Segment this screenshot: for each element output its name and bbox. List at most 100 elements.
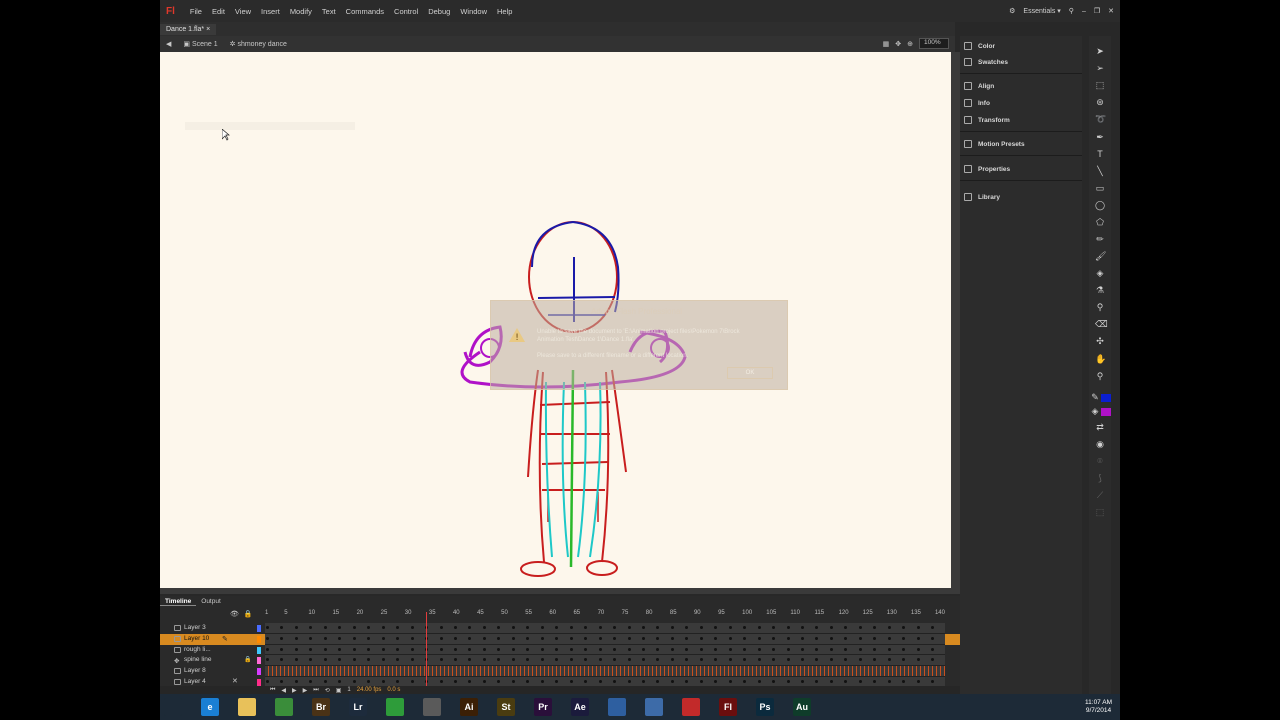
stage[interactable]: Adobe Flash Professional ! Unable to sav… <box>160 52 955 592</box>
windows-start-icon[interactable] <box>164 698 182 716</box>
menu-view[interactable]: View <box>230 7 256 16</box>
layer-color-swatch[interactable] <box>257 635 261 643</box>
hand-tool-icon[interactable]: ✋ <box>1095 354 1106 364</box>
play-icon[interactable]: ▶ <box>292 687 297 694</box>
eyedropper-tool-icon[interactable]: ⚲ <box>1095 302 1105 312</box>
scene-breadcrumb[interactable]: ▣ Scene 1 <box>177 40 223 48</box>
store-icon[interactable] <box>386 698 404 716</box>
paint-tool-icon[interactable] <box>423 698 441 716</box>
layer-color-swatch[interactable] <box>257 625 261 632</box>
menu-help[interactable]: Help <box>492 7 517 16</box>
pen-tool-icon[interactable]: ✒ <box>1095 132 1105 142</box>
menu-file[interactable]: File <box>185 7 207 16</box>
tab-timeline[interactable]: Timeline <box>160 598 197 606</box>
layer-row-rough-lines[interactable]: rough li... <box>160 644 960 656</box>
frame-rate[interactable]: 24.00 fps <box>357 687 382 693</box>
object-drawing-icon[interactable]: ◉ <box>1095 439 1105 449</box>
pencil-tool-icon[interactable]: ✏ <box>1095 234 1105 244</box>
layer-row-layer-8[interactable]: Layer 8 <box>160 666 960 677</box>
lasso-tool-icon[interactable]: ➰ <box>1095 114 1106 124</box>
ink-bottle-tool-icon[interactable]: ⚗ <box>1095 285 1105 295</box>
document-tab[interactable]: Dance 1.fla* × <box>160 23 217 35</box>
layer-color-swatch[interactable] <box>257 679 261 686</box>
layer-lock-icon[interactable]: 🔒 <box>244 656 251 663</box>
system-clock[interactable]: 11:07 AM 9/7/2014 <box>1085 699 1112 715</box>
frame-ruler[interactable]: 1 5 10 15 20 25 30 35 40 45 50 55 60 65 70 75 80 85 90 95 10… <box>265 610 945 620</box>
file-explorer-icon[interactable] <box>238 698 256 716</box>
layer-row-spine-line[interactable]: ✥ spine line 🔒 <box>160 655 960 667</box>
layer-frames[interactable] <box>265 633 945 645</box>
panel-properties[interactable]: Properties <box>964 161 1082 177</box>
menu-control[interactable]: Control <box>389 7 423 16</box>
zoom-select[interactable]: 100% <box>919 38 949 49</box>
free-transform-tool-icon[interactable]: ⬚ <box>1095 80 1105 90</box>
layer-frames[interactable] <box>265 666 945 677</box>
story-icon[interactable]: St <box>497 698 515 716</box>
search-icon[interactable]: ⚲ <box>1069 7 1074 15</box>
panel-color[interactable]: Color <box>964 38 1082 54</box>
sync-settings-icon[interactable]: ⚙ <box>1009 7 1015 15</box>
selection-tool-icon[interactable]: ➤ <box>1095 46 1105 56</box>
last-frame-icon[interactable]: ⏭ <box>313 687 318 694</box>
panel-info[interactable]: Info <box>964 95 1082 111</box>
lightroom-icon[interactable]: Lr <box>349 698 367 716</box>
menu-window[interactable]: Window <box>455 7 492 16</box>
eye-icon[interactable]: 👁 <box>230 610 239 618</box>
onion-skin-icon[interactable]: ▣ <box>336 687 342 694</box>
internet-explorer-icon[interactable]: e <box>201 698 219 716</box>
chrome-icon[interactable] <box>275 698 293 716</box>
tab-output[interactable]: Output <box>196 598 226 605</box>
quill-app-icon[interactable] <box>682 698 700 716</box>
media-app-icon[interactable] <box>645 698 663 716</box>
layer-frames[interactable] <box>265 644 945 656</box>
flash-icon[interactable]: Fl <box>719 698 737 716</box>
minimize-icon[interactable]: – <box>1082 8 1086 15</box>
first-frame-icon[interactable]: ⏮ <box>270 687 275 694</box>
layer-row-layer-10[interactable]: Layer 10 ✎ <box>160 633 960 645</box>
3d-rotation-tool-icon[interactable]: ⊛ <box>1095 97 1105 107</box>
ok-button[interactable]: OK <box>727 367 773 379</box>
subselection-tool-icon[interactable]: ➢ <box>1095 63 1105 73</box>
zoom-tool-icon[interactable]: ⚲ <box>1095 371 1105 381</box>
layer-color-swatch[interactable] <box>257 646 261 654</box>
symbol-breadcrumb[interactable]: ✲ shmoney dance <box>224 40 293 48</box>
layer-color-swatch[interactable] <box>257 668 261 676</box>
stage-horizontal-scrollbar[interactable] <box>160 588 960 594</box>
layer-frames[interactable] <box>265 623 945 634</box>
panel-transform[interactable]: Transform <box>964 112 1082 128</box>
bridge-icon[interactable]: Br <box>312 698 330 716</box>
next-frame-icon[interactable]: ▶ <box>303 687 308 694</box>
workspace-switcher[interactable]: Essentials ▾ <box>1023 7 1060 15</box>
close-icon[interactable]: ✕ <box>1108 7 1114 15</box>
menu-commands[interactable]: Commands <box>341 7 389 16</box>
playhead[interactable] <box>426 612 427 694</box>
layer-row-layer-3[interactable]: Layer 3 <box>160 623 960 634</box>
restore-icon[interactable]: ❐ <box>1094 7 1100 15</box>
rectangle-tool-icon[interactable]: ▭ <box>1095 183 1105 193</box>
tab-close-icon[interactable]: × <box>206 26 210 33</box>
menu-modify[interactable]: Modify <box>285 7 317 16</box>
lock-icon[interactable]: 🔒 <box>244 610 253 618</box>
menu-edit[interactable]: Edit <box>207 7 230 16</box>
panel-swatches[interactable]: Swatches <box>964 54 1082 70</box>
eraser-tool-icon[interactable]: ⌫ <box>1095 319 1108 329</box>
layer-color-swatch[interactable] <box>257 657 261 665</box>
line-tool-icon[interactable]: ╲ <box>1095 166 1105 176</box>
panel-motion-presets[interactable]: Motion Presets <box>964 136 1082 152</box>
paint-bucket-tool-icon[interactable]: ◈ <box>1095 268 1105 278</box>
edit-scene-icon[interactable]: ▦ <box>883 40 890 48</box>
oval-tool-icon[interactable]: ◯ <box>1095 200 1105 210</box>
text-tool-icon[interactable]: T <box>1095 149 1105 159</box>
polystar-tool-icon[interactable]: ⬠ <box>1095 217 1105 227</box>
stroke-color-swatch[interactable] <box>1101 394 1111 402</box>
premiere-icon[interactable]: Pr <box>534 698 552 716</box>
hide-x-icon[interactable]: ✕ <box>232 677 238 685</box>
stage-vertical-scrollbar[interactable] <box>951 52 960 592</box>
swap-colors-icon[interactable]: ⇄ <box>1095 422 1105 432</box>
audition-icon[interactable]: Au <box>793 698 811 716</box>
video-app-icon[interactable] <box>608 698 626 716</box>
back-arrow-icon[interactable]: ◀ <box>160 40 177 48</box>
edit-symbol-icon[interactable]: ✥ <box>895 40 901 48</box>
photoshop-icon[interactable]: Ps <box>756 698 774 716</box>
brush-tool-icon[interactable]: 🖌 <box>1095 251 1106 261</box>
